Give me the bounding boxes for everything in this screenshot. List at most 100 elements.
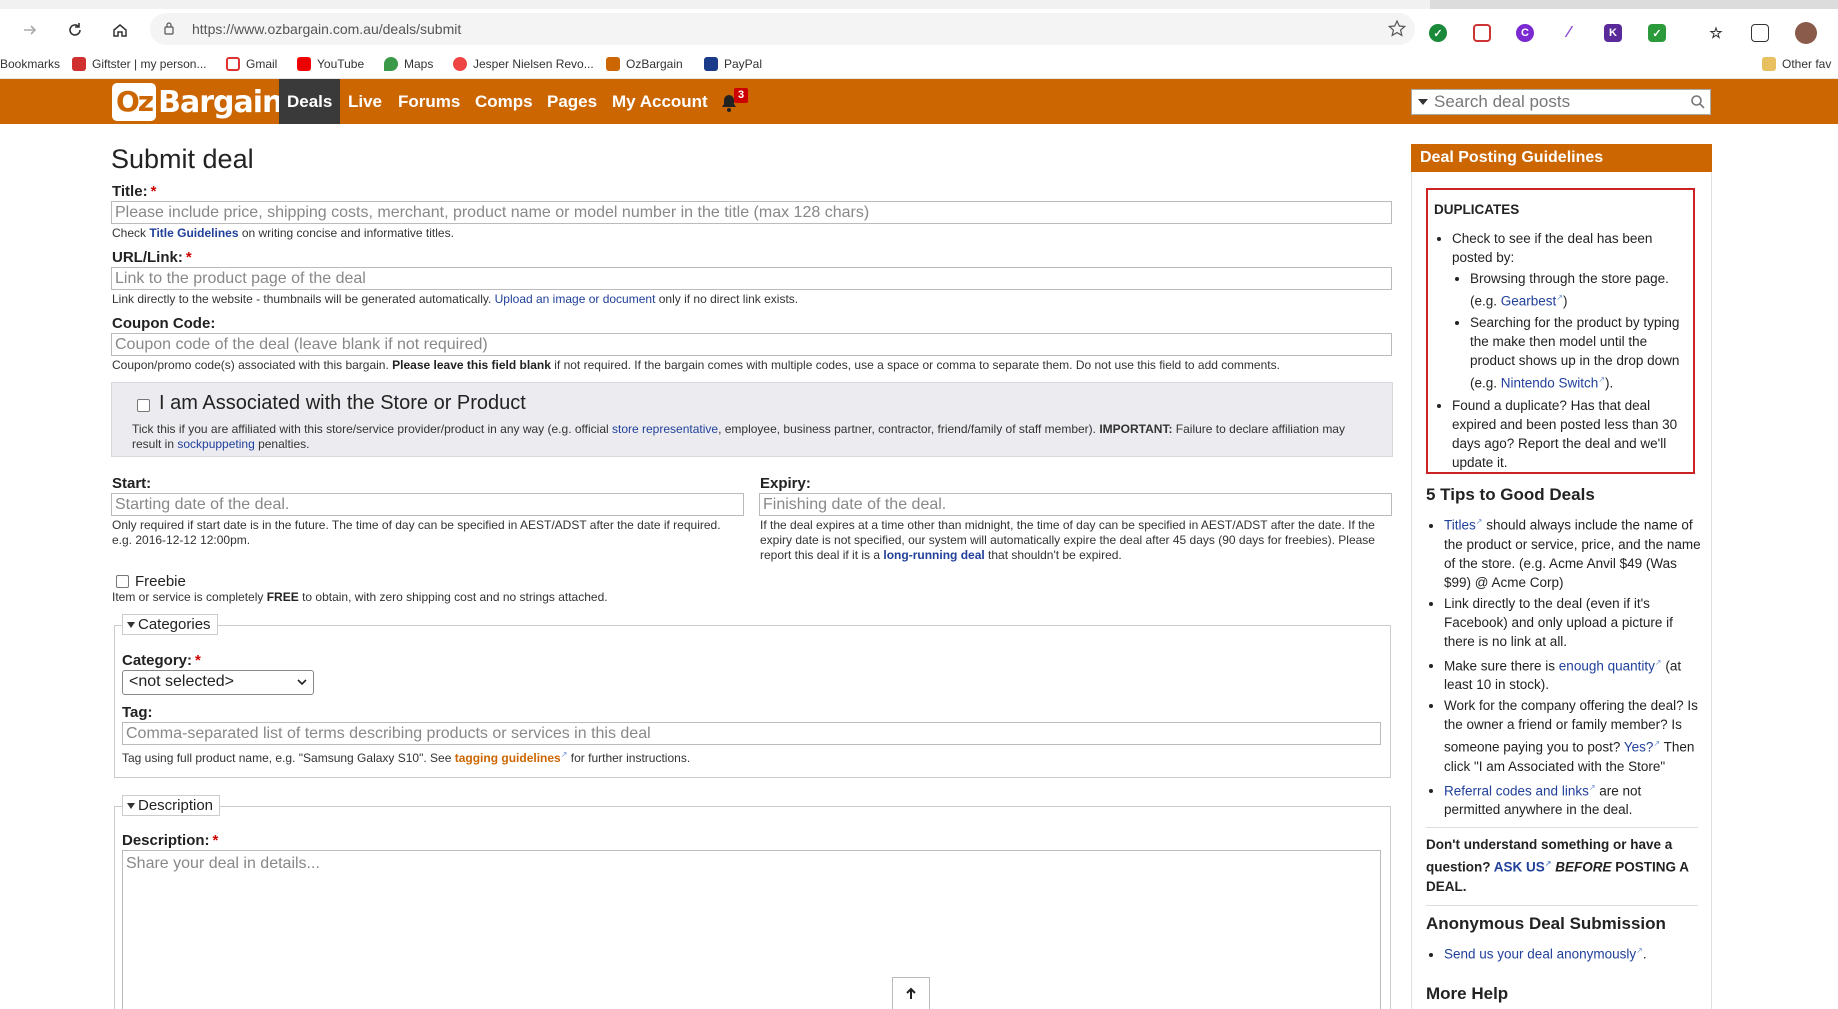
gmail-icon (226, 57, 240, 71)
url-label: URL/Link: * (112, 249, 192, 266)
referral-codes-link[interactable]: Referral codes and links (1444, 783, 1589, 798)
ozbargain-logo[interactable]: Oz Bargain (112, 82, 283, 122)
description-textarea[interactable] (122, 850, 1381, 1009)
url-text[interactable]: https://www.ozbargain.com.au/deals/submi… (192, 21, 461, 37)
categories-toggle[interactable]: Categories (122, 614, 218, 635)
external-link-icon: ↗ (1556, 293, 1563, 302)
titles-link[interactable]: Titles (1444, 518, 1476, 533)
list-item: Found a duplicate? Has that deal expired… (1452, 396, 1687, 472)
pen-extension-icon[interactable]: ∕ (1560, 24, 1578, 42)
yes-link[interactable]: Yes? (1624, 740, 1654, 755)
bookmark-item[interactable]: PayPal (704, 57, 762, 71)
external-link-icon: ↗ (1636, 946, 1643, 955)
bookmark-item[interactable]: Giftster | my person... (72, 57, 206, 71)
store-representative-link[interactable]: store representative (612, 422, 718, 436)
gearbest-link[interactable]: Gearbest (1501, 294, 1557, 309)
favorites-icon[interactable]: ☆ (1707, 24, 1725, 42)
list-item: Referral codes and links↗ are not permit… (1444, 778, 1701, 820)
check-extension-icon[interactable]: ✓ (1648, 24, 1666, 42)
other-favorites[interactable]: Other fav (1762, 57, 1831, 71)
search-icon[interactable] (1690, 94, 1706, 110)
expiry-label: Expiry: (760, 475, 811, 492)
divider (1426, 827, 1698, 828)
maps-icon (384, 57, 398, 71)
description-toggle[interactable]: Description (122, 795, 221, 816)
bookmark-item[interactable]: OzBargain (606, 57, 683, 71)
home-icon[interactable] (108, 18, 132, 42)
url-input[interactable] (111, 267, 1392, 290)
k-extension-icon[interactable]: K (1604, 24, 1622, 42)
address-bar[interactable]: https://www.ozbargain.com.au/deals/submi… (150, 13, 1415, 45)
start-label: Start: (112, 475, 152, 492)
tagging-guidelines-link[interactable]: tagging guidelines (455, 751, 561, 765)
start-date-input[interactable] (111, 493, 744, 516)
title-input[interactable] (111, 201, 1392, 224)
upload-image-link[interactable]: Upload an image or document (495, 292, 656, 306)
collapse-triangle-icon (127, 803, 135, 810)
associated-checkbox[interactable] (137, 399, 150, 412)
profile-avatar[interactable] (1795, 22, 1817, 44)
shield-extension-icon[interactable]: ✓ (1429, 24, 1447, 42)
category-select[interactable]: <not selected> (122, 670, 314, 695)
coupon-input[interactable] (111, 333, 1392, 356)
bookmark-item[interactable]: YouTube (297, 57, 364, 71)
sockpuppeting-link[interactable]: sockpuppeting (177, 437, 254, 451)
start-help: Only required if start date is in the fu… (112, 518, 721, 547)
enough-quantity-link[interactable]: enough quantity (1559, 658, 1655, 673)
ozbargain-icon (606, 57, 620, 71)
divider (1426, 905, 1698, 906)
expiry-help: If the deal expires at a time other than… (760, 518, 1375, 562)
expiry-date-input[interactable] (759, 493, 1392, 516)
duplicates-box: DUPLICATES Check to see if the deal has … (1426, 188, 1695, 474)
duplicates-heading: DUPLICATES (1434, 202, 1520, 217)
nav-my-account[interactable]: My Account (604, 79, 716, 124)
tips-section: 5 Tips to Good Deals Titles↗ should alwa… (1426, 485, 1701, 821)
add-favorite-icon[interactable] (1387, 19, 1407, 39)
notifications-bell[interactable]: 3 (718, 88, 748, 115)
bookmark-item[interactable]: Maps (384, 57, 433, 71)
active-tab[interactable] (0, 0, 1430, 9)
bookmark-item[interactable]: Bookmarks (0, 57, 60, 71)
giftster-icon (72, 57, 86, 71)
freebie-checkbox[interactable] (116, 575, 129, 588)
forward-icon[interactable] (18, 18, 42, 42)
association-section: I am Associated with the Store or Produc… (111, 382, 1393, 457)
list-item: Make sure there is enough quantity↗ (at … (1444, 653, 1701, 695)
bookmark-item[interactable]: Jesper Nielsen Revo... (453, 57, 594, 71)
associated-label[interactable]: I am Associated with the Store or Produc… (159, 392, 526, 415)
bookmark-item[interactable]: Gmail (226, 57, 277, 71)
freebie-label[interactable]: Freebie (135, 573, 186, 590)
chevron-down-icon (297, 679, 307, 686)
freebie-help: Item or service is completely FREE to ob… (112, 590, 608, 604)
lock-icon[interactable] (162, 21, 176, 35)
browser-toolbar: https://www.ozbargain.com.au/deals/submi… (0, 9, 1838, 49)
refresh-icon[interactable] (63, 18, 87, 42)
tag-input[interactable] (122, 722, 1381, 745)
title-guidelines-link[interactable]: Title Guidelines (149, 226, 238, 240)
collapse-triangle-icon (127, 622, 135, 629)
long-running-deal-link[interactable]: long-running deal (883, 548, 984, 562)
list-item: Titles↗ should always include the name o… (1444, 512, 1701, 592)
send-anonymously-link[interactable]: Send us your deal anonymously (1444, 947, 1636, 962)
scroll-to-top-button[interactable] (892, 977, 930, 1009)
search-scope-dropdown[interactable] (1418, 99, 1428, 105)
description-label: Description: * (122, 832, 219, 849)
nintendo-switch-link[interactable]: Nintendo Switch (1501, 375, 1599, 390)
arrow-up-icon (906, 987, 916, 999)
nav-comps[interactable]: Comps (467, 79, 541, 124)
list-item: Check to see if the deal has been posted… (1452, 229, 1687, 392)
search-input[interactable] (1434, 91, 1684, 113)
url-help: Link directly to the website - thumbnail… (112, 292, 799, 306)
nav-live[interactable]: Live (340, 79, 390, 124)
site-header: Oz Bargain Deals Live Forums Comps Pages … (0, 79, 1838, 124)
c-extension-icon[interactable]: C (1516, 24, 1534, 42)
pocket-extension-icon[interactable] (1473, 24, 1491, 42)
search-box (1411, 89, 1711, 115)
tips-heading: 5 Tips to Good Deals (1426, 485, 1595, 504)
nav-forums[interactable]: Forums (390, 79, 468, 124)
category-label: Category: * (122, 652, 201, 669)
collections-icon[interactable] (1751, 24, 1769, 42)
nav-pages[interactable]: Pages (539, 79, 605, 124)
ask-us-link[interactable]: ASK US (1494, 860, 1545, 875)
nav-deals[interactable]: Deals (279, 79, 341, 124)
